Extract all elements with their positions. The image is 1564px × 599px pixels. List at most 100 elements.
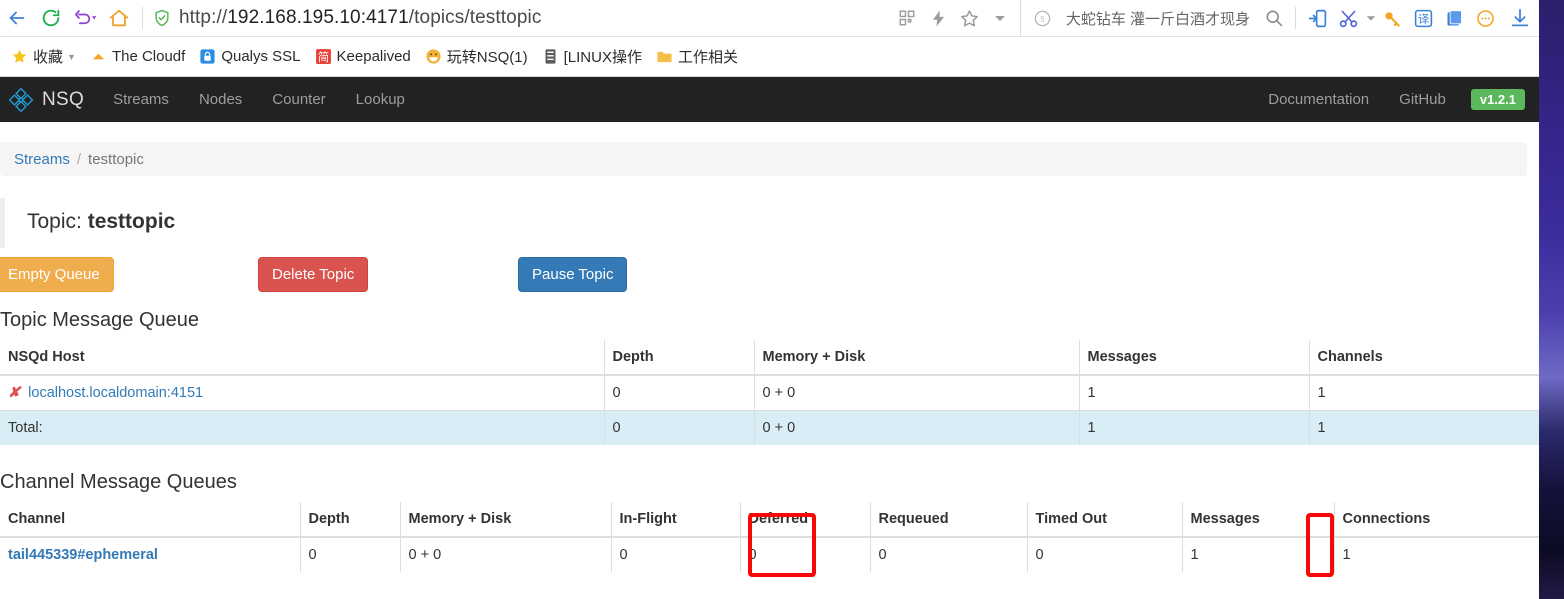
bookmark-label: Qualys SSL (221, 48, 301, 65)
download-icon[interactable] (1501, 1, 1539, 35)
version-badge: v1.2.1 (1470, 89, 1525, 110)
sogou-search-icon: S (1027, 1, 1058, 35)
bookmark-label: [LINUX操作 (563, 49, 642, 66)
url-host: 192.168.195.10:4171 (227, 7, 409, 28)
breadcrumb-current: testtopic (88, 150, 144, 168)
translate-icon[interactable]: 译 (1408, 1, 1439, 35)
nav-link-documentation[interactable]: Documentation (1253, 91, 1384, 108)
delete-topic-button[interactable]: Delete Topic (258, 257, 369, 292)
url-prefix: http:// (179, 7, 228, 28)
bookmark-favorites-label: 收藏 (33, 49, 64, 66)
search-engine-box[interactable]: S 大蛇钻车 灌一斤白酒才现身 (1019, 0, 1289, 36)
cell-channels-total: 1 (1308, 410, 1539, 445)
nav-link-counter[interactable]: Counter (257, 91, 340, 108)
bookmark-item-the-cloudf[interactable]: The Cloudf (83, 44, 192, 70)
search-icon[interactable] (1258, 1, 1289, 35)
cell-connections: 1 (1333, 536, 1539, 572)
chevron-down-icon[interactable]: ▼ (67, 52, 76, 62)
table-row: ✘ localhost.localdomain:4151 0 0 + 0 1 1 (0, 374, 1539, 411)
empty-queue-button[interactable]: Empty Queue (0, 257, 114, 292)
chevron-down-icon-2[interactable] (1364, 1, 1377, 35)
bookmark-label: 玩转NSQ(1) (446, 49, 528, 66)
notes-icon[interactable] (1439, 1, 1470, 35)
lightning-icon[interactable] (923, 1, 954, 35)
address-bar[interactable]: http://192.168.195.10:4171/topics/testto… (149, 0, 892, 36)
cell-messages: 1 (1181, 536, 1334, 572)
bookmark-label: The Cloudf (111, 48, 186, 65)
cell-host-total: Total: (0, 410, 604, 445)
col-channel: Channel (0, 502, 300, 538)
bookmark-favorites[interactable]: 收藏 ▼ (4, 44, 83, 70)
bookmark-item-linux[interactable]: [LINUX操作 (535, 44, 649, 70)
table-row-total: Total: 0 0 + 0 1 1 (0, 410, 1539, 445)
cell-memory-disk: 0 + 0 (399, 536, 611, 572)
pause-topic-button[interactable]: Pause Topic (518, 257, 628, 292)
col-requeued: Requeued (869, 502, 1027, 538)
nav-link-nodes[interactable]: Nodes (184, 91, 257, 108)
bookmark-star-icon[interactable] (954, 1, 985, 35)
cell-depth: 0 (299, 536, 400, 572)
cell-memory-disk-total: 0 + 0 (753, 410, 1079, 445)
topic-actions: Empty Queue Delete Topic Pause Topic (0, 257, 1539, 309)
nsq-logo[interactable]: NSQ (2, 87, 98, 113)
history-back-icon[interactable] (68, 1, 102, 35)
col-deferred: Deferred (739, 502, 870, 538)
bookmark-item-work[interactable]: 工作相关 (649, 44, 745, 70)
password-key-icon[interactable] (1377, 1, 1408, 35)
qr-code-icon[interactable] (892, 1, 923, 35)
browser-window: http://192.168.195.10:4171/topics/testto… (0, 0, 1539, 599)
col-channels: Channels (1308, 340, 1539, 376)
nsq-navbar: NSQ Streams Nodes Counter Lookup Documen… (0, 77, 1539, 122)
bookmark-item-keepalived[interactable]: 简 Keepalived (308, 44, 418, 70)
cell-messages-total: 1 (1078, 410, 1309, 445)
bookmark-item-nsq[interactable]: 玩转NSQ(1) (418, 44, 535, 70)
col-connections: Connections (1333, 502, 1539, 538)
nsq-brand-label: NSQ (42, 88, 85, 110)
search-engine-text: 大蛇钻车 灌一斤白酒才现身 (1065, 10, 1250, 28)
nav-link-github[interactable]: GitHub (1384, 91, 1461, 108)
svg-text:简: 简 (317, 50, 328, 64)
chevron-down-icon[interactable] (985, 1, 1016, 35)
col-nsqd-host: NSQd Host (0, 340, 604, 376)
lock-icon (199, 48, 216, 65)
page-title: Topic: testtopic (0, 198, 1539, 248)
toolbar-right-icons: S 大蛇钻车 灌一斤白酒才现身 译 (892, 0, 1539, 36)
more-options-icon[interactable] (1470, 1, 1501, 35)
col-memory-disk: Memory + Disk (399, 502, 611, 538)
url-text: http://192.168.195.10:4171/topics/testto… (175, 7, 541, 29)
toolbar-divider-2 (1295, 7, 1296, 29)
breadcrumb: Streams / testtopic (0, 142, 1527, 176)
browser-toolbar: http://192.168.195.10:4171/topics/testto… (0, 0, 1539, 37)
star-icon (11, 48, 28, 65)
bookmark-item-qualys-ssl[interactable]: Qualys SSL (192, 44, 307, 70)
cell-memory-disk: 0 + 0 (753, 374, 1079, 411)
channel-queue-title: Channel Message Queues (0, 471, 237, 493)
home-icon[interactable] (102, 1, 136, 35)
back-arrow-icon[interactable] (0, 1, 34, 35)
cell-deferred: 0 (739, 536, 870, 572)
desktop-wallpaper (1539, 0, 1564, 599)
screenshot-scissors-icon[interactable] (1333, 1, 1364, 35)
cell-depth: 0 (603, 374, 754, 411)
reload-icon[interactable] (34, 1, 68, 35)
col-depth: Depth (603, 340, 754, 376)
breadcrumb-streams[interactable]: Streams (14, 151, 70, 168)
channel-link[interactable]: tail445339#ephemeral (8, 547, 158, 563)
topic-queue-title: Topic Message Queue (0, 309, 200, 331)
ssl-shield-icon[interactable] (149, 8, 175, 28)
col-messages: Messages (1078, 340, 1309, 376)
bookmarks-bar: 收藏 ▼ The Cloudf Qualys SSL 简 Keepalived (0, 37, 1539, 77)
bookmark-label: 工作相关 (677, 49, 738, 66)
breadcrumb-separator: / (76, 150, 82, 168)
svg-text:S: S (1040, 14, 1044, 23)
cell-channel: tail445339#ephemeral (0, 536, 300, 572)
login-icon[interactable] (1302, 1, 1333, 35)
nav-link-lookup[interactable]: Lookup (341, 91, 420, 108)
col-memory-disk: Memory + Disk (753, 340, 1079, 376)
host-link[interactable]: localhost.localdomain:4151 (28, 385, 203, 401)
col-timed-out: Timed Out (1026, 502, 1182, 538)
bookmark-label: Keepalived (336, 48, 411, 65)
col-depth: Depth (299, 502, 400, 538)
nav-link-streams[interactable]: Streams (98, 91, 184, 108)
url-path: /topics/testtopic (408, 7, 542, 28)
